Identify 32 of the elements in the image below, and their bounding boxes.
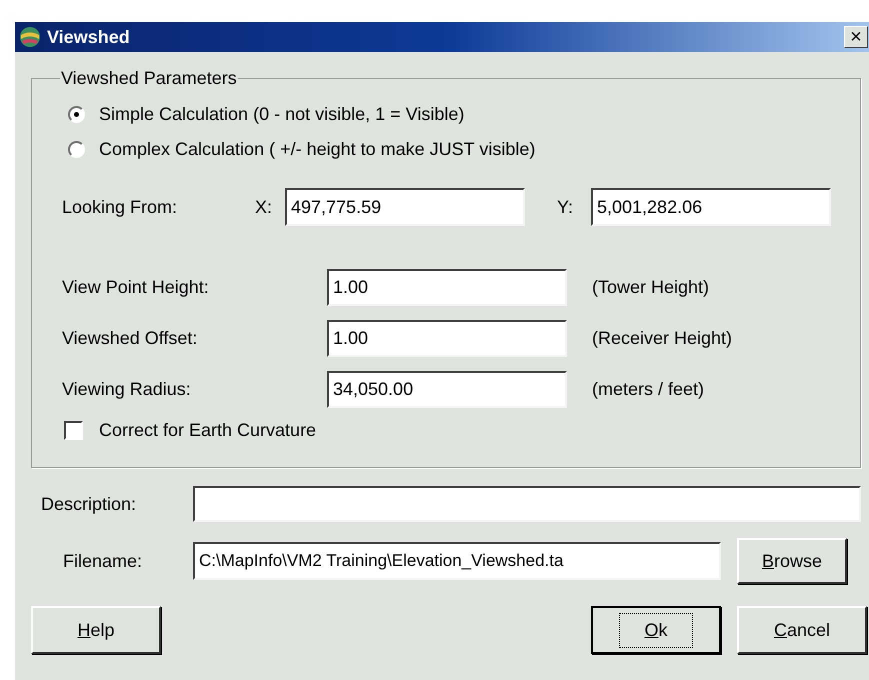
field-label: Viewshed Offset: [62,328,198,349]
unit-note: (meters / feet) [592,379,706,400]
field-label: X: [255,196,274,218]
help-button[interactable]: Help [31,606,161,654]
field-label: Description: [41,494,138,514]
field-label: Y: [557,196,574,218]
radio-button[interactable] [68,106,85,123]
browse-button[interactable]: Browse [737,538,847,584]
field-label: Viewing Radius: [62,379,192,400]
input-field[interactable]: 1.00 [327,320,567,357]
checkbox-label: Correct for Earth Curvature [99,420,316,441]
radio-label: Complex Calculation ( +/- height to make JUST visible) [99,139,536,160]
description-field[interactable] [193,486,861,522]
group-legend: Viewshed Parameters [60,68,238,89]
cancel-button[interactable]: Cancel [737,606,867,654]
checkbox[interactable] [64,421,83,440]
y-input-field[interactable]: 5,001,282.06 [591,188,831,226]
filename-field[interactable]: C:\MapInfo\VM2 Training\Elevation_Viewshed.ta [193,542,721,580]
input-field[interactable]: 1.00 [327,269,567,306]
field-label: View Point Height: [62,277,210,298]
field-label: Looking From: [62,196,178,218]
field-label: Filename: [63,550,144,572]
ok-button[interactable]: Ok [591,606,721,654]
window-title: Viewshed [47,26,131,48]
x-input-field[interactable]: 497,775.59 [285,188,525,226]
input-field[interactable]: 34,050.00 [327,371,567,408]
radio-button[interactable] [68,141,85,158]
unit-note: (Tower Height) [592,277,710,298]
radio-label: Simple Calculation (0 - not visible, 1 = Visible) [99,104,464,125]
globe-icon [19,26,41,48]
unit-note: (Receiver Height) [592,328,734,349]
close-button[interactable]: × [844,26,868,48]
